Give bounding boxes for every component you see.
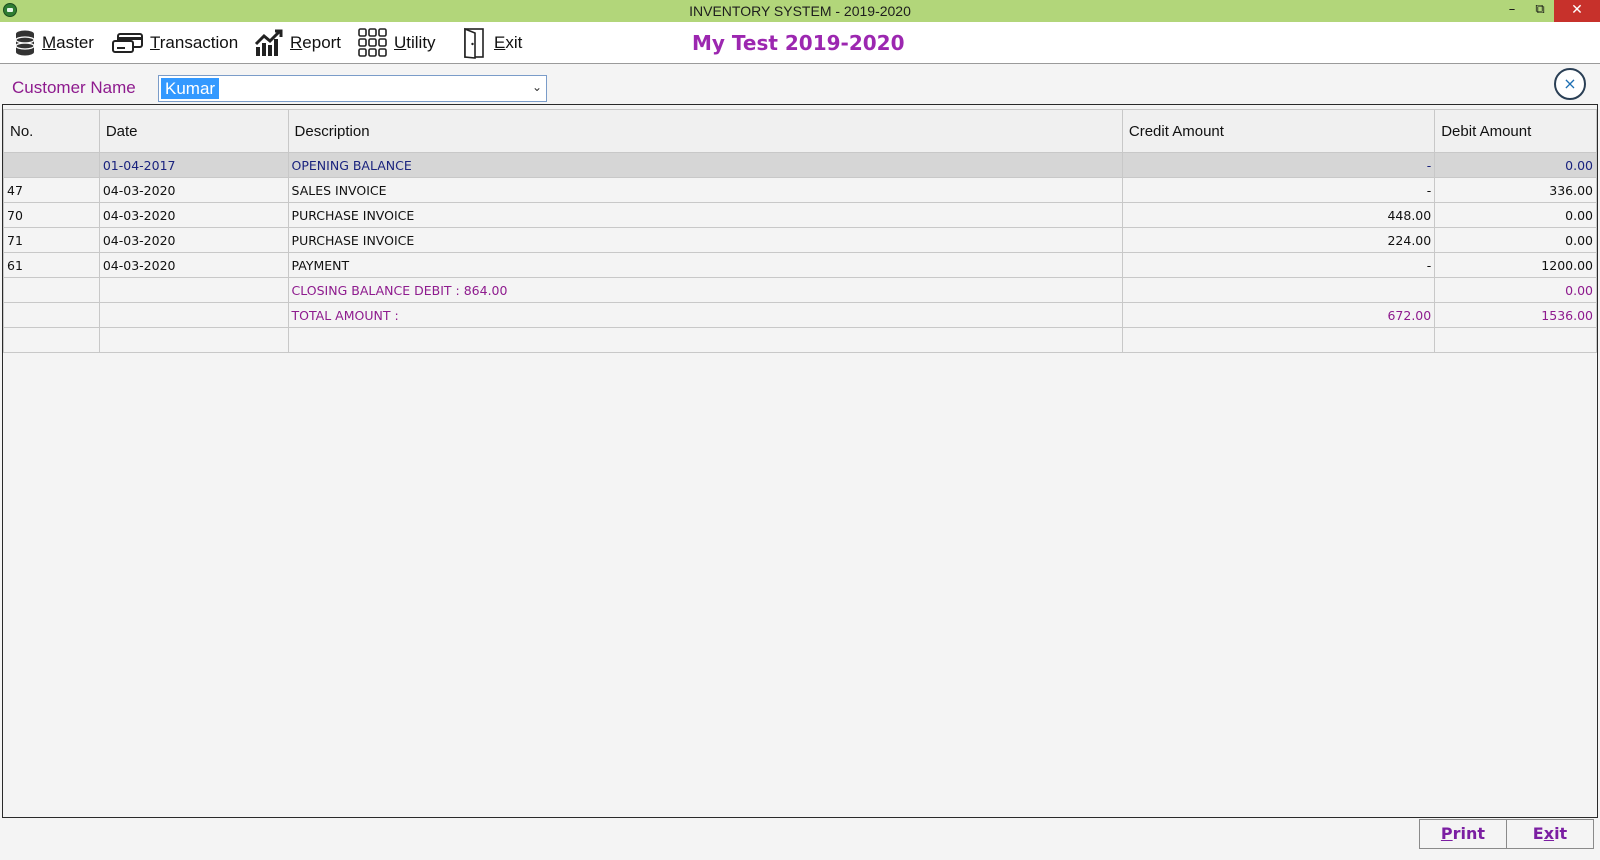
col-no[interactable]: No. <box>3 109 100 153</box>
cell-description: PAYMENT <box>287 252 1123 278</box>
cell-no <box>3 277 100 303</box>
cell-description: PURCHASE INVOICE <box>287 202 1123 228</box>
cell-date: 01-04-2017 <box>98 152 289 178</box>
cell-credit: 672.00 <box>1121 302 1436 328</box>
cell-credit <box>1121 327 1436 353</box>
cell-credit: - <box>1121 177 1436 203</box>
menu-exit[interactable]: Exit <box>462 27 522 59</box>
cell-description: PURCHASE INVOICE <box>287 227 1123 253</box>
menu-master-label: Master <box>42 33 94 52</box>
cell-description: TOTAL AMOUNT : <box>287 302 1123 328</box>
title-bar: INVENTORY SYSTEM - 2019-2020 – ⧉ ✕ <box>0 0 1600 22</box>
print-button[interactable]: Print <box>1419 819 1507 849</box>
maximize-button[interactable]: ⧉ <box>1526 0 1554 22</box>
cell-description: SALES INVOICE <box>287 177 1123 203</box>
cell-debit <box>1434 327 1597 353</box>
cell-debit: 0.00 <box>1434 202 1597 228</box>
table-row[interactable]: 71 04-03-2020 PURCHASE INVOICE 224.00 0.00 <box>3 227 1597 253</box>
cell-no <box>3 152 100 178</box>
menu-utility-label: Utility <box>394 33 436 52</box>
menu-utility[interactable]: Utility <box>358 27 436 59</box>
cell-no <box>3 327 100 353</box>
cell-description <box>287 327 1123 353</box>
table-row[interactable]: 47 04-03-2020 SALES INVOICE -336.00 <box>3 177 1597 203</box>
exit-button-first: E <box>1532 824 1544 843</box>
print-button-label: rint <box>1452 824 1486 843</box>
exit-button-rest: it <box>1554 824 1568 843</box>
cell-no <box>3 302 100 328</box>
print-button-mnemonic: P <box>1440 824 1453 843</box>
cell-description: OPENING BALANCE <box>287 152 1123 178</box>
table-row[interactable] <box>3 327 1597 353</box>
table-row[interactable]: 70 04-03-2020 PURCHASE INVOICE 448.00 0.00 <box>3 202 1597 228</box>
col-debit-amount[interactable]: Debit Amount <box>1434 109 1597 153</box>
table-header-row: No. Date Description Credit Amount Debit… <box>3 109 1597 153</box>
exit-button-mnemonic: x <box>1543 824 1555 843</box>
cell-description: CLOSING BALANCE DEBIT : 864.00 <box>287 277 1123 303</box>
menu-report-label: Report <box>290 33 342 52</box>
cell-credit: 448.00 <box>1121 202 1436 228</box>
cell-date <box>98 327 289 353</box>
window-title: INVENTORY SYSTEM - 2019-2020 <box>689 3 911 19</box>
cell-debit: 1200.00 <box>1434 252 1597 278</box>
menu-bar: Master Transaction Report Utility Exit M… <box>0 22 1600 64</box>
cell-credit: - <box>1121 152 1436 178</box>
credit-card-icon <box>112 33 143 53</box>
ledger-body: 01-04-2017 OPENING BALANCE -0.00 47 04-03-20… <box>3 152 1597 353</box>
grid-icon <box>358 28 387 57</box>
ledger-table: No. Date Description Credit Amount Debit… <box>3 109 1597 353</box>
exit-button[interactable]: Exit <box>1506 819 1594 849</box>
door-icon <box>464 27 484 59</box>
cell-no: 61 <box>3 252 100 278</box>
cell-debit: 0.00 <box>1434 277 1597 303</box>
cell-date: 04-03-2020 <box>98 227 289 253</box>
menu-transaction-label: Transaction <box>150 33 239 52</box>
cell-no: 70 <box>3 202 100 228</box>
chart-icon <box>254 29 283 56</box>
cell-date <box>98 277 289 303</box>
cell-credit <box>1121 277 1436 303</box>
col-date[interactable]: Date <box>98 109 289 153</box>
cell-debit: 0.00 <box>1434 152 1597 178</box>
menu-transaction[interactable]: Transaction <box>112 27 238 59</box>
close-form-button[interactable]: × <box>1554 68 1586 100</box>
company-title: My Test 2019-2020 <box>692 31 905 55</box>
cell-debit: 336.00 <box>1434 177 1597 203</box>
customer-name-select[interactable]: Kumar ⌄ <box>158 75 547 102</box>
table-row[interactable]: CLOSING BALANCE DEBIT : 864.00 0.00 <box>3 277 1597 303</box>
table-row[interactable]: 01-04-2017 OPENING BALANCE -0.00 <box>3 152 1597 178</box>
menu-exit-label: Exit <box>494 33 523 52</box>
menu-report[interactable]: Report <box>254 27 341 59</box>
ledger-panel: No. Date Description Credit Amount Debit… <box>2 104 1598 818</box>
customer-name-label: Customer Name <box>12 78 136 97</box>
cell-credit: 224.00 <box>1121 227 1436 253</box>
cell-date: 04-03-2020 <box>98 252 289 278</box>
cell-no: 47 <box>3 177 100 203</box>
menu-master[interactable]: Master <box>14 27 94 59</box>
cell-debit: 1536.00 <box>1434 302 1597 328</box>
cell-debit: 0.00 <box>1434 227 1597 253</box>
cell-date <box>98 302 289 328</box>
cell-date: 04-03-2020 <box>98 177 289 203</box>
minimize-button[interactable]: – <box>1498 0 1526 22</box>
col-credit-amount[interactable]: Credit Amount <box>1121 109 1436 153</box>
cell-credit: - <box>1121 252 1436 278</box>
table-row[interactable]: 61 04-03-2020 PAYMENT -1200.00 <box>3 252 1597 278</box>
cell-date: 04-03-2020 <box>98 202 289 228</box>
close-window-button[interactable]: ✕ <box>1554 0 1600 22</box>
col-description[interactable]: Description <box>287 109 1123 153</box>
customer-name-value: Kumar <box>161 78 220 99</box>
database-icon <box>15 30 35 56</box>
table-row[interactable]: TOTAL AMOUNT :672.00 1536.00 <box>3 302 1597 328</box>
chevron-down-icon[interactable]: ⌄ <box>532 80 542 94</box>
cell-no: 71 <box>3 227 100 253</box>
